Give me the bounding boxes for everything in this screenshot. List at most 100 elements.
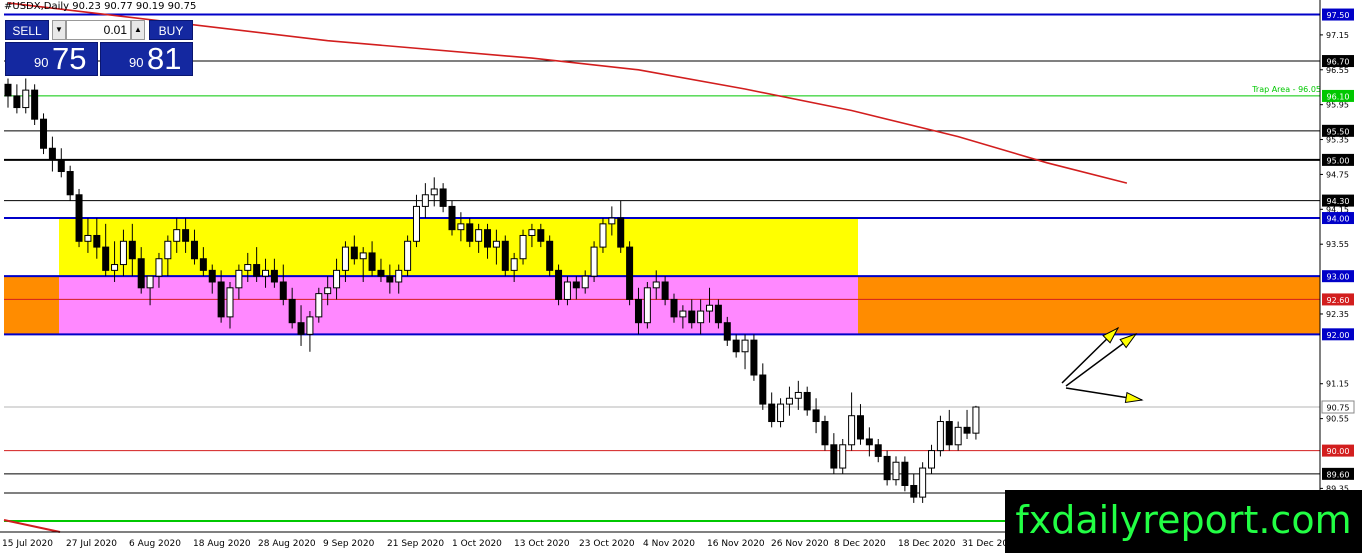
candle-body [235,269,243,289]
candle [546,235,554,277]
candle-body [262,269,270,277]
x-ticks-layer: 15 Jul 2020 27 Jul 2020 6 Aug 2020 18 Aug 2… [2,539,1020,549]
candle-body [315,293,323,318]
level-label: 95.00 [1327,156,1350,165]
price-chart[interactable]: Trap Area - 96.05 97.15 96.55 95.95 95.35 94… [0,0,1362,553]
x-tick-label: 27 Jul 2020 [66,539,117,549]
candle-body [608,217,616,225]
candle-body [146,275,154,289]
candle [57,148,65,178]
y-tick-label: 96.55 [1326,66,1349,75]
candle-body [572,281,580,289]
candle-body [270,269,278,283]
level-label: 94.30 [1327,197,1350,206]
candle-body [199,258,207,271]
buy-price[interactable]: 90 81 [100,41,193,76]
candle-body [119,240,127,266]
candle [421,183,429,219]
candle [643,281,651,329]
candle [759,363,767,410]
candle-body [22,89,30,109]
candle-body [164,240,172,260]
y-tick-label: 93.55 [1326,240,1349,249]
candle-body [679,310,687,318]
candle [75,188,83,248]
candle-body [919,467,927,498]
candle [830,433,838,474]
level-label: 90.75 [1327,403,1350,412]
candle [919,462,927,503]
candle-body [537,229,545,242]
candle-body [723,322,731,341]
candle-body [297,322,305,335]
x-tick-label: 4 Nov 2020 [643,539,695,549]
candle [945,409,953,451]
candle-body [226,287,234,318]
candle [785,386,793,416]
arrow-up-1 [1061,326,1120,384]
candle-body [848,415,856,446]
candle [590,241,598,282]
sell-price[interactable]: 90 75 [5,41,98,76]
candle-body [732,339,740,353]
lot-size-input[interactable]: 0.01 [66,20,131,40]
chevron-down-icon[interactable]: ▼ [52,20,66,40]
candle [66,165,74,201]
candle [821,415,829,451]
candle-body [794,391,802,399]
level-label: 95.50 [1327,127,1350,136]
candle [954,421,962,451]
candle-body [954,426,962,446]
candle-body [830,444,838,469]
sell-button[interactable]: SELL [5,20,49,40]
arrow-up-2 [1065,333,1138,387]
buy-button[interactable]: BUY [149,20,193,40]
candle-body [928,450,936,469]
orange-zone-left [4,276,59,335]
candle-body [173,229,181,242]
candle [794,380,802,410]
candle-body [785,397,793,405]
sell-price-main: 75 [52,41,87,76]
candle-body [412,205,420,242]
candle-body [821,421,829,446]
x-tick-label: 18 Dec 2020 [898,539,956,549]
candle-body [288,298,296,324]
candle [812,398,820,434]
candle [928,444,936,474]
candle-body [368,252,376,271]
trap-area-annotation: Trap Area - 96.05 [1251,85,1321,94]
candle [306,311,314,352]
x-tick-label: 15 Jul 2020 [2,539,53,549]
candle [936,415,944,457]
candle-body [945,421,953,446]
candle [856,404,864,445]
x-tick-label: 8 Dec 2020 [834,539,886,549]
candle [501,235,509,277]
candle [848,392,856,451]
one-click-trading-panel: SELL ▼ 0.01 ▲ BUY 90 75 90 81 [5,18,193,76]
candle [865,427,873,457]
candle [963,409,971,439]
chevron-up-icon[interactable]: ▲ [131,20,145,40]
candle [626,241,634,306]
candle-body [155,258,163,277]
candle-body [697,310,705,324]
candle-body [475,229,483,242]
candle-body [643,287,651,324]
arrow-head [1119,333,1138,349]
candle-body [839,444,847,469]
candle-body [626,246,634,300]
candle-body [652,281,660,289]
candle-body [812,409,820,423]
y-tick-label: 94.75 [1326,170,1349,179]
candle-body [102,246,110,271]
candle-body [546,240,554,271]
candle-body [457,223,465,231]
candle-body [341,246,349,271]
candle-body [510,258,518,271]
candle-body [40,118,48,149]
candle [555,264,563,306]
candle-body [768,403,776,423]
candle [741,334,749,370]
